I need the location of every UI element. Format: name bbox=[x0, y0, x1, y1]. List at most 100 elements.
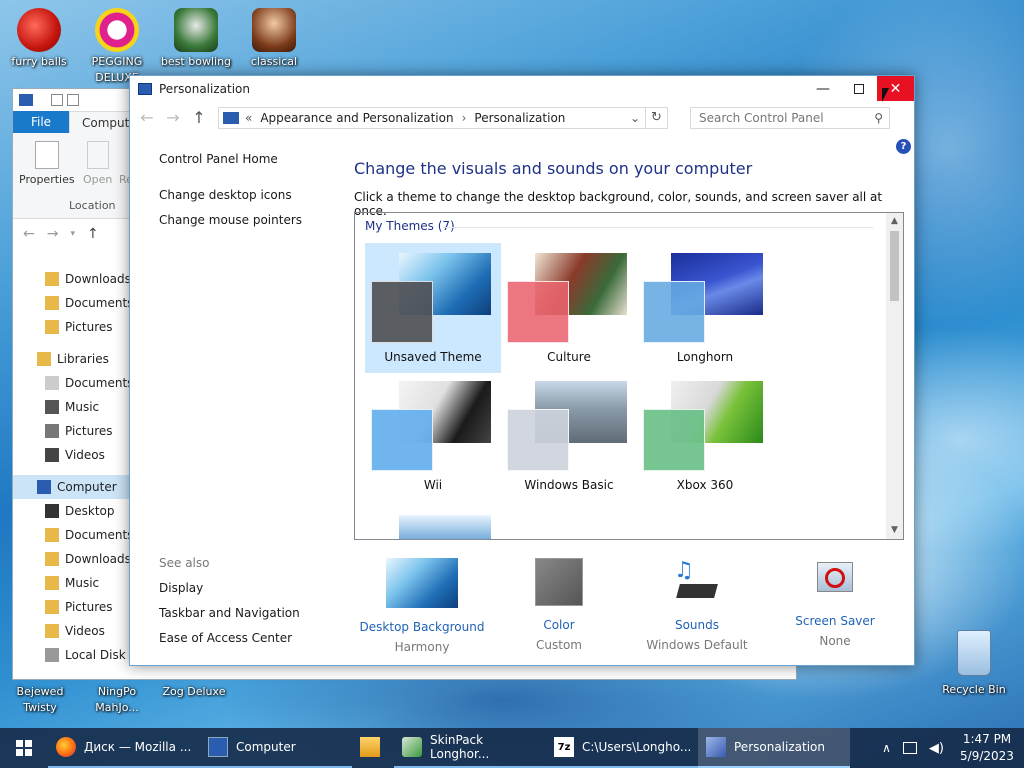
breadcrumb-personalization[interactable]: Personalization bbox=[474, 111, 565, 125]
screen-saver-item[interactable]: Screen Saver None bbox=[765, 558, 905, 648]
scroll-thumb[interactable] bbox=[890, 231, 899, 301]
properties-icon[interactable] bbox=[51, 94, 63, 106]
desktop-icon-bejewed[interactable]: Bejewed Twisty bbox=[4, 684, 76, 716]
link-display[interactable]: Display bbox=[159, 581, 300, 606]
chevron-down-icon[interactable]: ⌄ bbox=[625, 111, 645, 125]
theme-wii[interactable]: Wii bbox=[365, 371, 501, 501]
folder-icon bbox=[45, 528, 59, 542]
tree-item-pc-documents[interactable]: Documents bbox=[13, 523, 133, 547]
desktop-icon-label: classical bbox=[250, 55, 298, 68]
theme-partial-thumbnail[interactable] bbox=[399, 515, 491, 539]
breadcrumb-appearance[interactable]: Appearance and Personalization bbox=[260, 111, 453, 125]
personalization-window[interactable]: Personalization — ✕ ← → ↑ « Appearance a… bbox=[129, 75, 915, 666]
back-icon[interactable]: ← bbox=[23, 226, 35, 242]
tree-item-lib-videos[interactable]: Videos bbox=[13, 443, 131, 467]
help-icon[interactable]: ? bbox=[896, 139, 911, 154]
network-icon[interactable] bbox=[902, 742, 917, 754]
title-bar[interactable]: Personalization — ✕ bbox=[130, 76, 914, 101]
tree-item-pc-videos[interactable]: Videos bbox=[13, 619, 131, 643]
desktop-icon-best-bowling[interactable]: best bowling bbox=[160, 8, 232, 70]
theme-name: Xbox 360 bbox=[676, 478, 734, 492]
tab-file[interactable]: File bbox=[13, 111, 69, 133]
tree-item-lib-documents[interactable]: Documents bbox=[13, 371, 134, 395]
theme-longhorn[interactable]: Longhorn bbox=[637, 243, 773, 373]
link-change-desktop-icons[interactable]: Change desktop icons bbox=[159, 187, 349, 212]
tree-item-downloads[interactable]: Downloads bbox=[13, 267, 131, 291]
screen-saver-label[interactable]: Screen Saver bbox=[765, 614, 905, 628]
taskbar-item-7zip[interactable]: 7z C:\Users\Longho... bbox=[546, 728, 698, 768]
minimize-icon: — bbox=[816, 80, 830, 97]
tree-label: Documents bbox=[65, 376, 134, 390]
start-button[interactable] bbox=[0, 728, 48, 768]
desktop-icon-zog[interactable]: Zog Deluxe bbox=[158, 684, 230, 700]
desktop-background-item[interactable]: Desktop Background Harmony bbox=[352, 558, 492, 654]
tree-item-computer[interactable]: Computer bbox=[13, 475, 131, 499]
tree-item-documents[interactable]: Documents bbox=[13, 291, 133, 315]
address-bar[interactable]: « Appearance and Personalization › Perso… bbox=[218, 106, 646, 129]
breadcrumb-separator-icon[interactable]: › bbox=[462, 111, 467, 125]
tree-item-local-disk[interactable]: Local Disk bbox=[13, 643, 131, 667]
back-icon[interactable]: ← bbox=[138, 108, 156, 127]
tree-item-pc-music[interactable]: Music bbox=[13, 571, 131, 595]
refresh-button[interactable]: ↻ bbox=[646, 106, 668, 129]
taskbar-item-file-explorer[interactable] bbox=[352, 728, 394, 768]
theme-list-scrollbar[interactable]: ▲ ▼ bbox=[886, 213, 903, 539]
tree-item-desktop[interactable]: Desktop bbox=[13, 499, 131, 523]
desktop-background-label[interactable]: Desktop Background bbox=[352, 620, 492, 634]
up-icon[interactable]: ↑ bbox=[87, 226, 99, 242]
recent-icon[interactable]: ▾ bbox=[70, 229, 75, 239]
scroll-up-icon[interactable]: ▲ bbox=[886, 213, 903, 230]
desktop-icon-ningpo[interactable]: NingPo MahJo... bbox=[81, 684, 153, 716]
tree-item-lib-pictures[interactable]: Pictures bbox=[13, 419, 131, 443]
tree-item-lib-music[interactable]: Music bbox=[13, 395, 131, 419]
taskbar-item-firefox[interactable]: Диск — Mozilla ... bbox=[48, 728, 200, 768]
theme-culture[interactable]: Culture bbox=[501, 243, 637, 373]
search-icon[interactable]: ⚲ bbox=[874, 111, 883, 125]
tree-item-pictures[interactable]: Pictures bbox=[13, 315, 131, 339]
desktop-icon-recycle-bin[interactable]: Recycle Bin bbox=[938, 630, 1010, 698]
logo-tile bbox=[25, 749, 32, 756]
up-icon[interactable]: ↑ bbox=[190, 108, 208, 127]
link-taskbar-navigation[interactable]: Taskbar and Navigation bbox=[159, 606, 300, 631]
sounds-item[interactable]: ♫ Sounds Windows Default bbox=[627, 558, 767, 652]
new-folder-icon[interactable] bbox=[67, 94, 79, 106]
group-header-my-themes[interactable]: My Themes (7) bbox=[365, 219, 455, 233]
forward-icon[interactable]: → bbox=[47, 226, 59, 242]
color-label[interactable]: Color bbox=[489, 618, 629, 632]
minimize-button[interactable]: — bbox=[805, 76, 841, 101]
desktop-icon-furry-balls[interactable]: furry balls bbox=[3, 8, 75, 70]
desktop-icon-classical[interactable]: classical bbox=[238, 8, 310, 70]
theme-color-swatch bbox=[643, 281, 705, 343]
link-ease-of-access[interactable]: Ease of Access Center bbox=[159, 631, 300, 656]
color-item[interactable]: Color Custom bbox=[489, 558, 629, 652]
tree-item-libraries[interactable]: Libraries bbox=[13, 347, 131, 371]
sounds-label[interactable]: Sounds bbox=[627, 618, 767, 632]
search-input[interactable]: Search Control Panel ⚲ bbox=[690, 106, 890, 129]
control-panel-icon bbox=[223, 111, 239, 124]
show-hidden-icons-icon[interactable]: ∧ bbox=[882, 741, 891, 755]
clock[interactable]: 1:47 PM 5/9/2023 bbox=[950, 731, 1024, 765]
open-button[interactable]: Open bbox=[83, 141, 112, 186]
link-change-mouse-pointers[interactable]: Change mouse pointers bbox=[159, 212, 349, 237]
theme-windows-basic[interactable]: Windows Basic bbox=[501, 371, 637, 501]
pictures-icon bbox=[45, 424, 59, 438]
taskbar-item-skinpack[interactable]: SkinPack Longhor... bbox=[394, 728, 546, 768]
volume-icon[interactable]: ◀) bbox=[929, 741, 944, 756]
theme-unsaved[interactable]: Unsaved Theme bbox=[365, 243, 501, 373]
theme-xbox-360[interactable]: Xbox 360 bbox=[637, 371, 773, 501]
taskbar-item-computer[interactable]: Computer bbox=[200, 728, 352, 768]
breadcrumb-overflow[interactable]: « bbox=[245, 111, 252, 125]
theme-color-swatch bbox=[371, 281, 433, 343]
theme-list[interactable]: My Themes (7) Unsaved Theme Culture Long… bbox=[354, 212, 904, 540]
taskbar-item-personalization[interactable]: Personalization bbox=[698, 728, 850, 768]
properties-button[interactable]: Properties bbox=[19, 141, 75, 186]
maximize-button[interactable] bbox=[841, 76, 877, 101]
videos-icon bbox=[45, 448, 59, 462]
scroll-down-icon[interactable]: ▼ bbox=[886, 522, 903, 539]
tree-item-pc-pictures[interactable]: Pictures bbox=[13, 595, 131, 619]
tree-label: Music bbox=[65, 576, 100, 590]
link-control-panel-home[interactable]: Control Panel Home bbox=[159, 151, 349, 176]
tree-item-pc-downloads[interactable]: Downloads bbox=[13, 547, 131, 571]
forward-icon[interactable]: → bbox=[164, 108, 182, 127]
mouse-cursor-icon bbox=[882, 88, 889, 102]
